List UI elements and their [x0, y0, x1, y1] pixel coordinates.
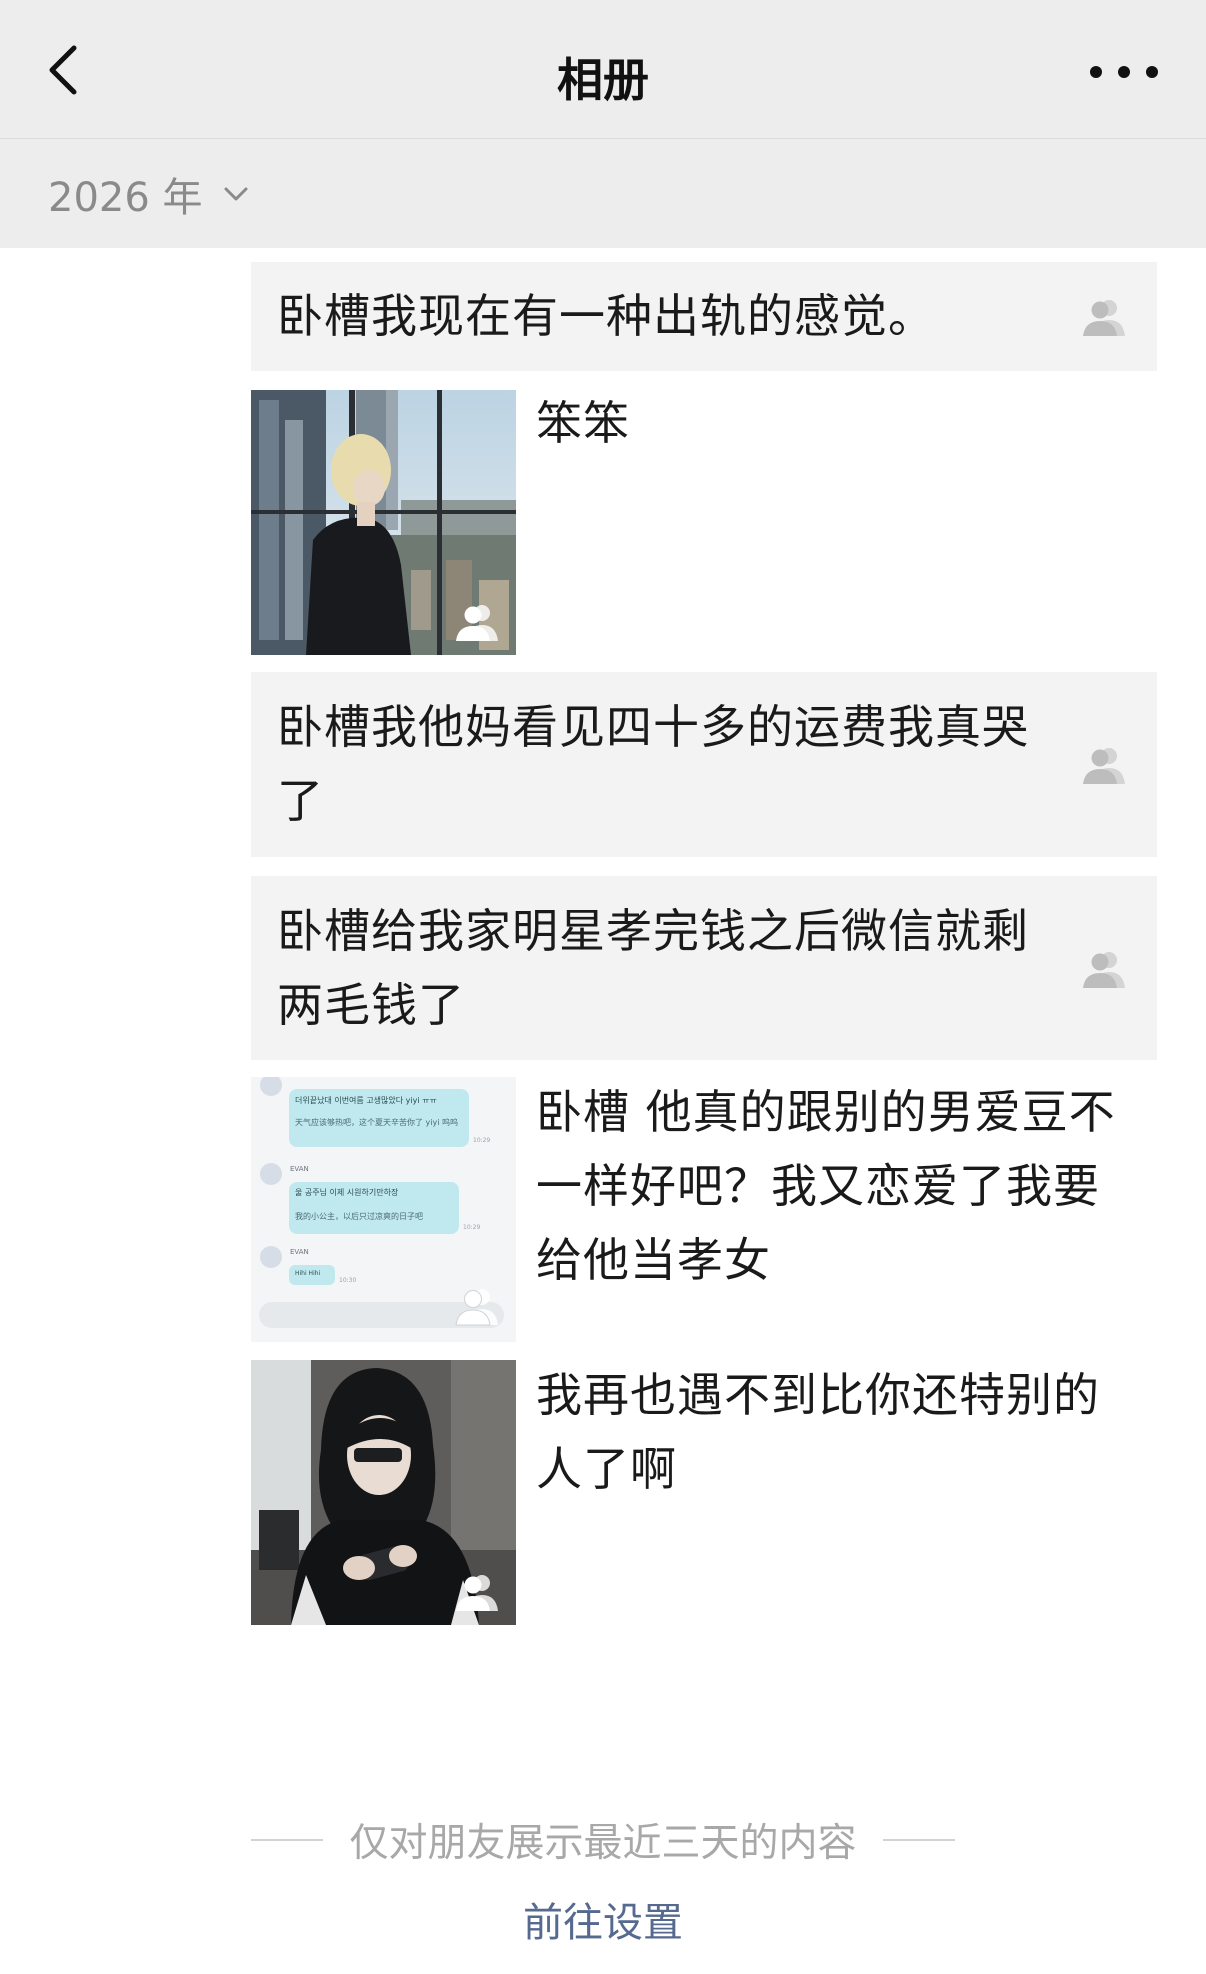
year-label: 2026 年 [48, 175, 203, 221]
post-caption: 笨笨 [536, 396, 630, 450]
text-post[interactable]: 卧槽给我家明星孝完钱之后微信就剩两毛钱了 [251, 876, 1157, 1060]
year-filter-bar: 2026 年 [0, 139, 1206, 248]
chat-sender: EVAN [290, 1165, 309, 1173]
year-selector[interactable]: 2026 年 [48, 169, 249, 221]
chat-time: 10:30 [339, 1277, 357, 1284]
divider-line [251, 1839, 324, 1841]
friends-visibility-icon [1083, 952, 1125, 988]
chat-message: Hihi Hihi [295, 1270, 321, 1277]
post-photo[interactable] [251, 1360, 516, 1625]
post-caption: 我再也遇不到比你还特别的人了啊 [536, 1368, 1100, 1496]
post-text: 卧槽我现在有一种出轨的感觉。 [277, 289, 935, 343]
go-to-settings-link[interactable]: 前往设置 [0, 1890, 1206, 1948]
text-post[interactable]: 卧槽我他妈看见四十多的运费我真哭了 [251, 672, 1157, 857]
photo-post[interactable]: 笨笨 [251, 390, 1157, 655]
post-text: 卧槽给我家明星孝完钱之后微信就剩两毛钱了 [277, 904, 1029, 1032]
chat-sender: EVAN [290, 1248, 309, 1256]
friends-visibility-icon [1083, 748, 1125, 784]
chevron-down-icon [224, 187, 248, 201]
photo-post[interactable]: 我再也遇不到比你还特别的人了啊 [251, 1360, 1157, 1625]
post-text: 卧槽我他妈看见四十多的运费我真哭了 [277, 700, 1029, 828]
post-caption: 卧槽 他真的跟别的男爱豆不一样好吧？我又恋爱了我要给他当孝女 [536, 1085, 1116, 1287]
page-title: 相册 [557, 53, 649, 107]
friends-visibility-icon [455, 1289, 498, 1326]
friends-visibility-icon [1083, 300, 1125, 336]
chat-message: 울 공주님 이제 시원하기만하장 [295, 1188, 399, 1197]
chat-message: 더위끝났대 이번여름 고생많았다 yiyi ㅠㅠ [295, 1096, 437, 1105]
post-photo[interactable] [251, 390, 516, 655]
friends-visibility-icon [456, 1575, 498, 1611]
text-post[interactable]: 卧槽我现在有一种出轨的感觉。 [251, 262, 1157, 371]
divider-line [882, 1839, 955, 1841]
visibility-notice-text: 仅对朋友展示最近三天的内容 [349, 1821, 857, 1866]
nav-bar: 相册 [0, 0, 1206, 139]
chat-time: 10:29 [463, 1224, 481, 1231]
visibility-notice: 仅对朋友展示最近三天的内容 [0, 1812, 1206, 1868]
chat-message-translation: 我的小公主，以后只过凉爽的日子吧 [295, 1212, 423, 1221]
chat-message-translation: 天气应该够热吧，这个夏天辛苦你了 yiyi 呜呜 [295, 1118, 458, 1127]
friends-visibility-icon [456, 605, 498, 641]
photo-post[interactable]: EVAN EVAN 더위끝났대 이번여름 고생많았다 yiyi ㅠㅠ 天气应该够… [251, 1077, 1157, 1342]
post-photo[interactable]: EVAN EVAN 더위끝났대 이번여름 고생많았다 yiyi ㅠㅠ 天气应该够… [251, 1077, 516, 1342]
chat-time: 10:29 [473, 1137, 491, 1144]
more-icon[interactable] [1084, 55, 1164, 89]
